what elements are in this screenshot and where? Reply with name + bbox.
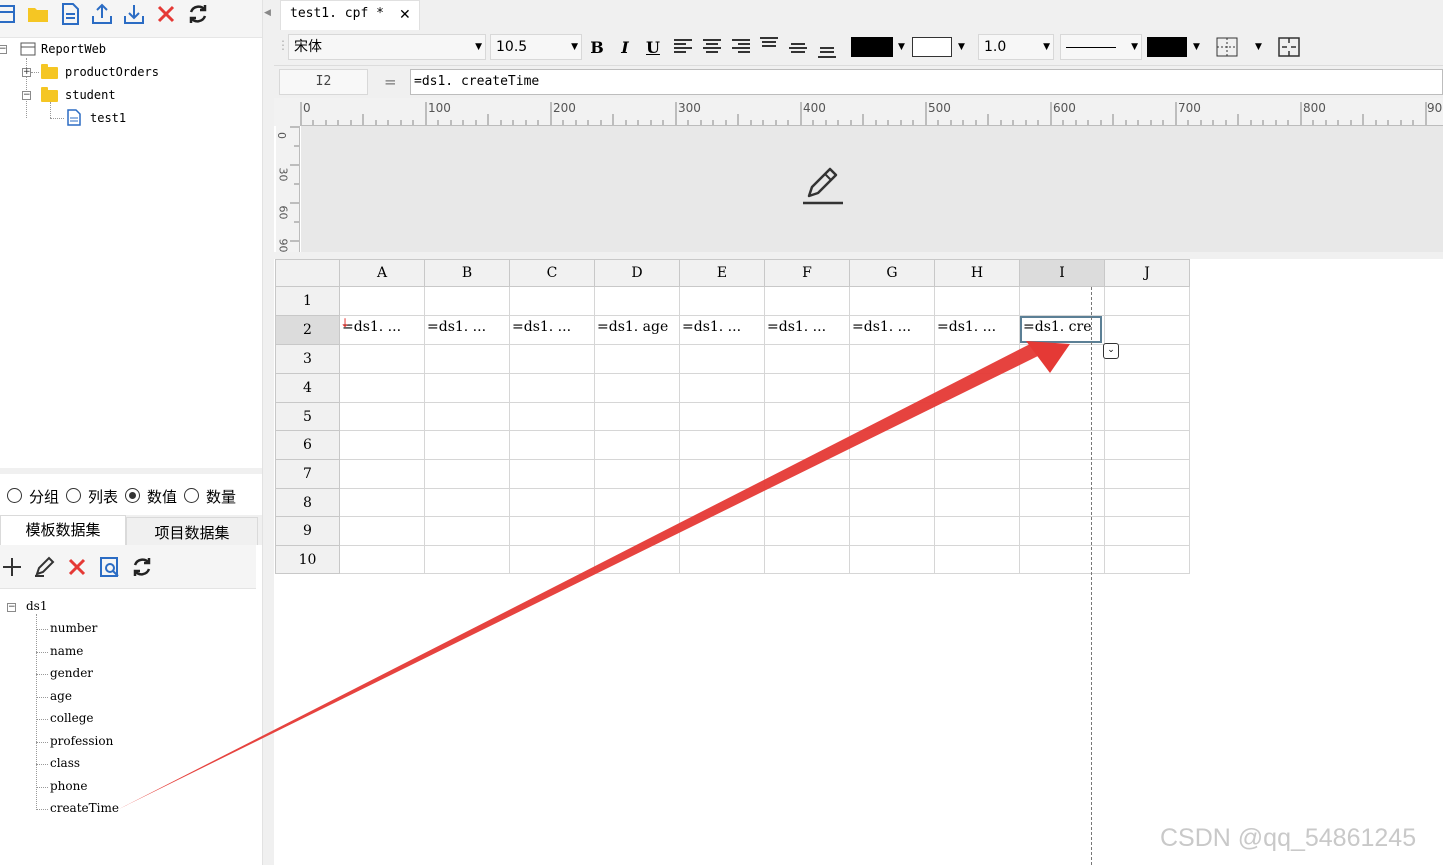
watermark-text: CSDN @qq_54861245 (1160, 824, 1417, 852)
annotation-arrow (119, 341, 1070, 809)
